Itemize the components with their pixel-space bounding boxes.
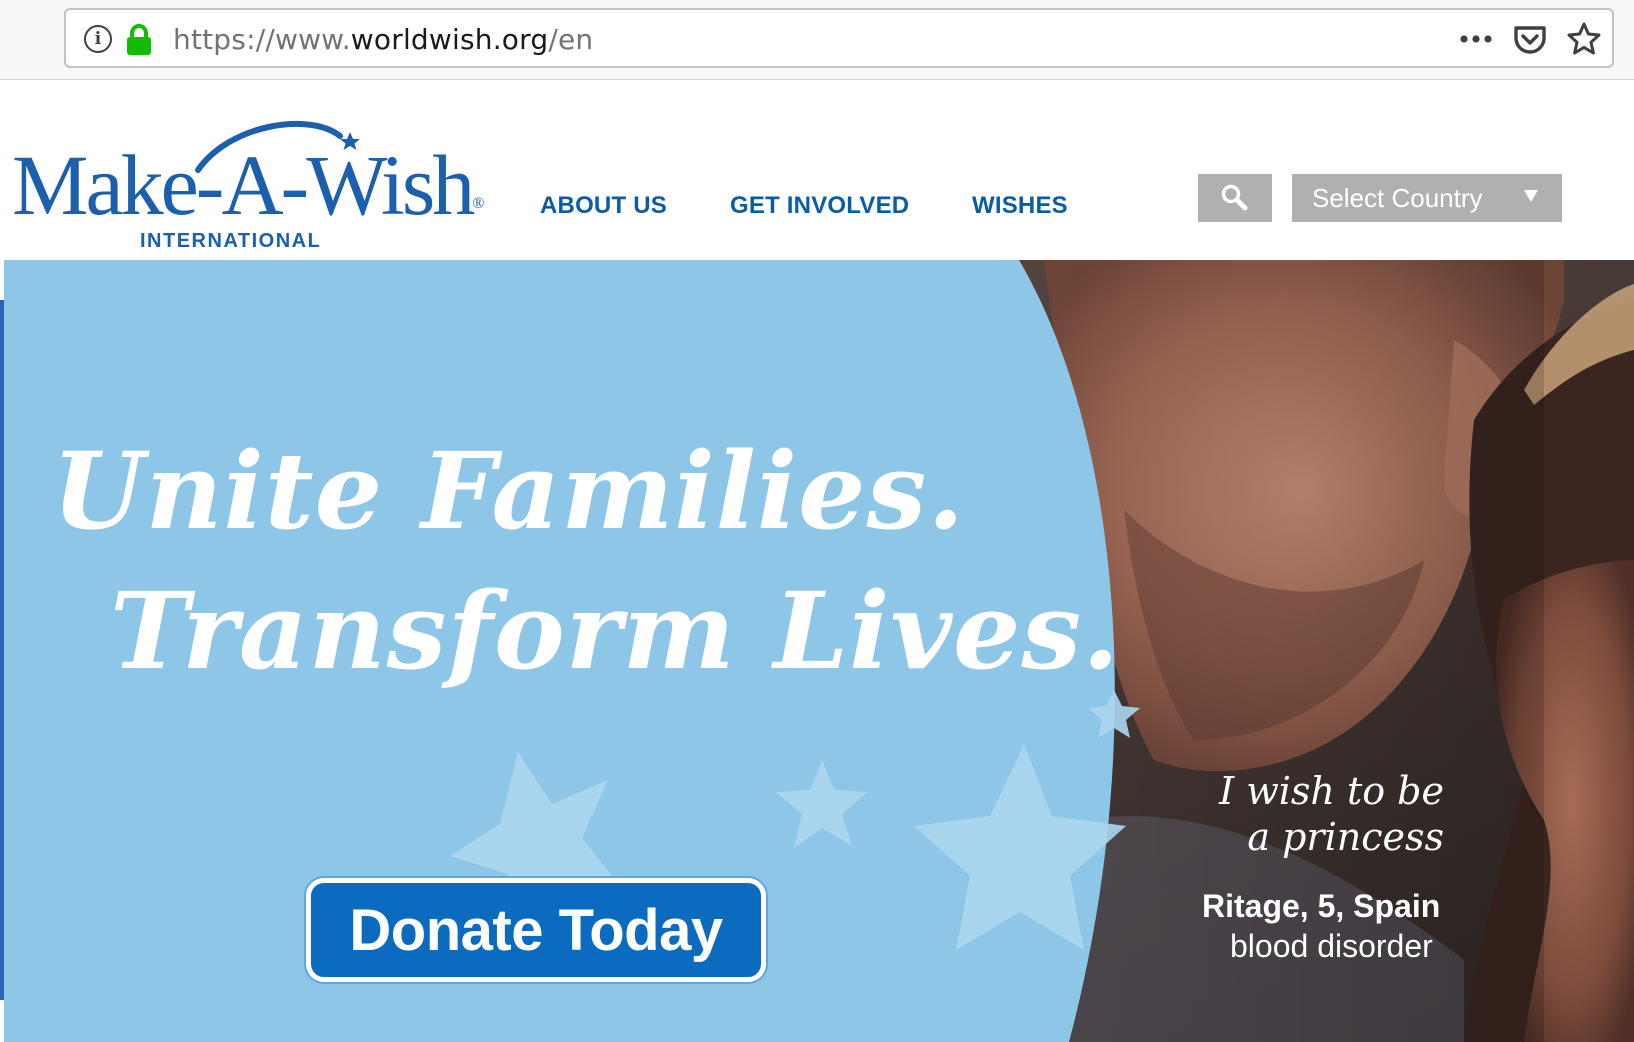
pocket-icon[interactable] <box>1512 22 1548 58</box>
hero-banner: Unite Families. Transform Lives. Donate … <box>4 260 1634 1042</box>
nav-get-involved[interactable]: GET INVOLVED <box>730 192 909 220</box>
hero-headline-line-1: Unite Families. <box>52 428 966 553</box>
wish-child-condition: blood disorder <box>1230 928 1433 964</box>
logo-text: Make-A-Wish <box>12 137 475 233</box>
url-suffix: /en <box>548 23 594 56</box>
make-a-wish-logo[interactable]: Make-A-Wish® INTERNATIONAL <box>10 114 484 252</box>
wish-quote-line-2: a princess <box>1247 815 1444 859</box>
search-icon <box>1221 184 1248 211</box>
wish-child-name: Ritage, 5, Spain <box>1202 888 1441 924</box>
browser-toolbar: i https://www.worldwish.org/en <box>0 0 1634 80</box>
lock-icon[interactable] <box>126 24 152 56</box>
dropdown-caret-icon <box>1524 190 1538 202</box>
logo-registered-mark: ® <box>472 195 485 212</box>
site-header: Make-A-Wish® INTERNATIONAL ABOUT US GET … <box>0 80 1634 260</box>
hero-headline-line-2: Transform Lives. <box>110 568 1121 693</box>
country-select[interactable]: Select Country <box>1292 174 1562 222</box>
nav-about-us[interactable]: ABOUT US <box>540 192 667 220</box>
url-domain: worldwish.org <box>350 23 549 56</box>
url-text[interactable]: https://www.worldwish.org/en <box>173 23 593 56</box>
nav-wishes[interactable]: WISHES <box>972 192 1068 220</box>
info-icon[interactable]: i <box>84 25 112 53</box>
wish-quote-line-1: I wish to be <box>1219 769 1444 813</box>
logo-wordmark: Make-A-Wish® <box>12 142 484 228</box>
bookmark-star-icon[interactable] <box>1566 21 1602 57</box>
search-button[interactable] <box>1198 174 1272 222</box>
donate-today-button[interactable]: Donate Today <box>306 878 766 982</box>
url-prefix: https://www. <box>173 23 351 56</box>
country-select-value: Select Country <box>1312 182 1483 213</box>
wish-quote: I wish to be a princess <box>1219 768 1444 860</box>
more-icon[interactable] <box>1456 26 1496 52</box>
address-bar[interactable]: i https://www.worldwish.org/en <box>64 8 1614 68</box>
logo-subtitle: INTERNATIONAL <box>140 230 322 252</box>
